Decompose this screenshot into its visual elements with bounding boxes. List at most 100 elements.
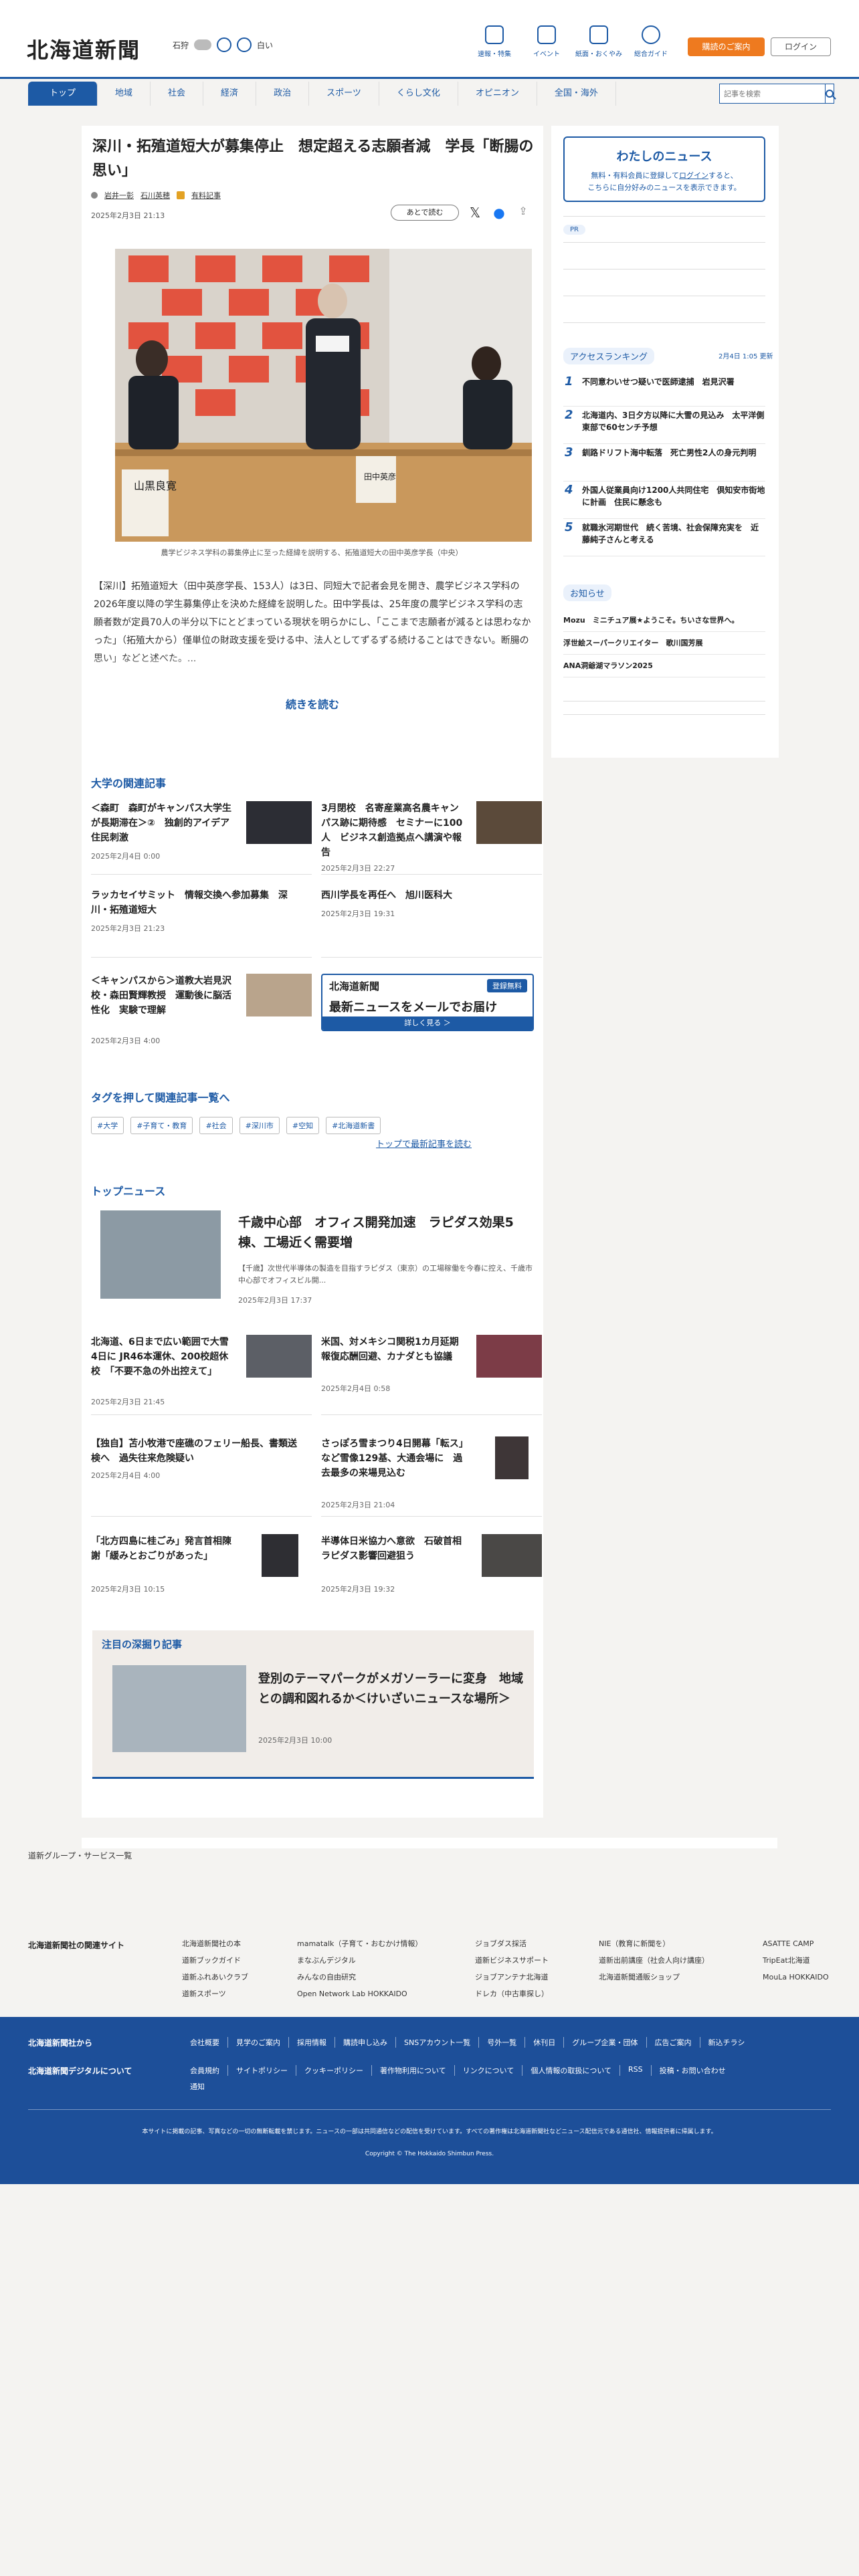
site-logo[interactable]: 北海道新聞	[27, 33, 140, 64]
nav-item-top[interactable]: トップ	[28, 82, 98, 106]
footer-link[interactable]: 個人情報の取扱について	[522, 2065, 621, 2076]
site-link[interactable]: 道新スポーツ	[182, 1985, 248, 2002]
footer-link[interactable]: クッキーポリシー	[296, 2065, 372, 2076]
author-link[interactable]: 石川英穂	[140, 190, 170, 201]
news-item[interactable]: 米国、対メキシコ関税1カ月延期 報復応酬回避、カナダとも協議 2025年2月4日…	[321, 1335, 542, 1415]
login-button[interactable]: ログイン	[771, 37, 831, 56]
deep-dive-card[interactable]: 注目の深掘り記事 登別のテーマパークがメガソーラーに変身 地域との調和図れるか＜…	[92, 1630, 534, 1779]
footer-link[interactable]: 号外一覧	[479, 2037, 526, 2048]
site-link[interactable]: NIE（教育に新聞を）	[599, 1935, 709, 1952]
breaking-news-link[interactable]: 速報・特集	[468, 25, 520, 58]
footer-link[interactable]: 新込チラシ	[700, 2037, 753, 2048]
footer-link[interactable]: 採用情報	[289, 2037, 335, 2048]
notice-item[interactable]: 浮世絵スーパークリエイター 歌川国芳展	[563, 633, 765, 655]
author-link[interactable]: 岩井一彰	[104, 190, 134, 201]
related-item[interactable]: 3月閉校 名寄産業高名農キャンパス跡に期待感 セミナーに100人 ビジネス創造拠…	[321, 801, 542, 875]
notice-heading[interactable]: お知らせ	[563, 584, 611, 601]
ranking-item[interactable]: 4 外国人従業員向け1200人共同住宅 倶知安市街地に計画 住民に懸念も	[563, 481, 765, 519]
ranking-item[interactable]: 1 不同意わいせつ疑いで医師逮捕 岩見沢署	[563, 373, 765, 407]
footer-link[interactable]: 休刊日	[525, 2037, 565, 2048]
footer-link[interactable]: 会社概要	[182, 2037, 228, 2048]
news-item[interactable]: 「北方四島に桂ごみ」発言首相陳謝「緩みとおごりがあった」 2025年2月3日 1…	[91, 1534, 312, 1601]
news-item[interactable]: 【独自】苫小牧港で座礁のフェリー船長、書類送検へ 過失往来危険疑い 2025年2…	[91, 1436, 312, 1517]
related-item[interactable]: ＜キャンパスから＞道教大岩見沢校・森田賢輝教授 運動後に脳活性化 実験で理解 2…	[91, 974, 312, 1047]
news-item[interactable]: 半導体日米協力へ意欲 石破首相 ラピダス影響回避狙う 2025年2月3日 19:…	[321, 1534, 542, 1601]
facebook-share-icon[interactable]: ●	[491, 205, 507, 221]
nav-item-politics[interactable]: 政治	[256, 82, 310, 106]
search-button[interactable]	[826, 84, 834, 104]
notice-item[interactable]: Mozu ミニチュア展★ようこそ。ちいさな世界へ。	[563, 610, 765, 632]
tag-chip[interactable]: #大学	[91, 1117, 124, 1134]
top-news-link[interactable]: トップで最新記事を読む	[376, 1137, 472, 1150]
site-link[interactable]: 道新ビジネスサポート	[475, 1952, 549, 1969]
nav-item-region[interactable]: 地域	[98, 82, 151, 106]
email-news-banner[interactable]: 北海道新聞 登録無料 最新ニュースをメールでお届け 詳しく見る ＞	[321, 974, 534, 1031]
subscribe-button[interactable]: 購読のご案内	[688, 37, 765, 56]
footer-link[interactable]: 見学のご案内	[228, 2037, 289, 2048]
footer-link[interactable]: 通知	[182, 2081, 213, 2092]
site-link[interactable]: Open Network Lab HOKKAIDO	[297, 1985, 422, 2002]
search-input[interactable]	[719, 84, 826, 104]
read-more-link[interactable]: 続きを読む	[82, 695, 543, 712]
related-item[interactable]: 西川学長を再任へ 旭川医科大 2025年2月3日 19:31	[321, 888, 542, 958]
tag-chip[interactable]: #社会	[199, 1117, 233, 1134]
paid-article-label[interactable]: 有料記事	[191, 190, 221, 201]
site-link[interactable]: 道新ブックガイド	[182, 1952, 248, 1969]
footer-link[interactable]: 購読申し込み	[335, 2037, 396, 2048]
news-item[interactable]: さっぽろ雪まつり4日開幕「転ス」など雪像129基、大通会場に 過去最多の来場見込…	[321, 1436, 542, 1517]
tag-chip[interactable]: #北海道新書	[326, 1117, 381, 1134]
ranking-item[interactable]: 2 北海道内、3日夕方以降に大雪の見込み 太平洋側東部で60センチ予想	[563, 407, 765, 444]
nav-item-society[interactable]: 社会	[151, 82, 204, 106]
ranking-item[interactable]: 3 釧路ドリフト海中転落 死亡男性2人の身元判明	[563, 444, 765, 481]
guide-link[interactable]: 総合ガイド	[625, 25, 677, 58]
related-item[interactable]: ＜森町 森町がキャンパス大学生が長期滞在＞② 独創的アイデア 住民刺激 2025…	[91, 801, 312, 875]
site-link[interactable]: まなぶんデジタル	[297, 1952, 422, 1969]
weather-widget[interactable]: 石狩 白い	[173, 37, 273, 52]
site-link[interactable]: ジョブダス採活	[475, 1935, 549, 1952]
nav-item-economy[interactable]: 経済	[203, 82, 257, 106]
site-link[interactable]: ASATTE CAMP	[763, 1935, 829, 1952]
site-link[interactable]: みんなの自由研究	[297, 1969, 422, 1985]
my-news-login-link[interactable]: ログイン	[679, 171, 708, 180]
footer-link[interactable]: 投稿・お問い合わせ	[652, 2065, 734, 2076]
tag-chip[interactable]: #空知	[286, 1117, 320, 1134]
share-icon[interactable]: ⇪	[515, 205, 531, 221]
x-share-icon[interactable]: 𝕏	[467, 205, 483, 221]
site-link[interactable]: TripEat北海道	[763, 1952, 829, 1969]
my-news-box[interactable]: わたしのニュース 無料・有料会員に登録してログインすると、 こちらに自分好みのニ…	[563, 136, 765, 202]
banner-more-link[interactable]: 詳しく見る ＞	[322, 1016, 533, 1030]
footer-link[interactable]: 著作物利用について	[372, 2065, 455, 2076]
footer-link[interactable]: リンクについて	[455, 2065, 523, 2076]
site-link[interactable]: ドレカ（中古車探し）	[475, 1985, 549, 2002]
nav-item-opinion[interactable]: オピニオン	[458, 82, 537, 106]
footer-link[interactable]: サイトポリシー	[228, 2065, 296, 2076]
news-item[interactable]: 北海道、6日まで広い範囲で大雪 4日に JR46本運休、200校超休校 「不要不…	[91, 1335, 312, 1415]
site-link[interactable]: ジョブアンテナ北海道	[475, 1969, 549, 1985]
footer-link[interactable]: SNSアカウント一覧	[396, 2037, 480, 2048]
footer-link[interactable]: 会員規約	[182, 2065, 228, 2076]
read-later-button[interactable]: あとで読む	[391, 205, 459, 221]
ranking-item[interactable]: 5 就職氷河期世代 続く苦境、社会保障充実を 近藤純子さんと考える	[563, 519, 765, 556]
tag-chip[interactable]: #深川市	[239, 1117, 280, 1134]
group-services-link[interactable]: 道新グループ・サービス一覧	[28, 1850, 132, 1861]
site-link[interactable]: 北海道新聞社の本	[182, 1935, 248, 1952]
tag-chip[interactable]: #子育て・教育	[130, 1117, 193, 1134]
site-link[interactable]: 道新ふれあいクラブ	[182, 1969, 248, 1985]
footer-link[interactable]: グループ企業・団体	[564, 2037, 647, 2048]
article-photo[interactable]: 山黒良寛 田中英彦	[115, 249, 532, 542]
region-label[interactable]: 石狩	[173, 39, 189, 51]
nav-item-sports[interactable]: スポーツ	[309, 82, 379, 106]
site-link[interactable]: mamatalk（子育て・おむかけ情報）	[297, 1935, 422, 1952]
nav-item-culture[interactable]: くらし文化	[379, 82, 458, 106]
footer-link[interactable]: 広告ご案内	[647, 2037, 700, 2048]
site-link[interactable]: 北海道新聞通販ショップ	[599, 1969, 709, 1985]
notice-item[interactable]: ANA洞爺湖マラソン2025	[563, 655, 765, 677]
site-link[interactable]: 道新出前講座（社会人向け講座）	[599, 1952, 709, 1969]
nav-item-world[interactable]: 全国・海外	[537, 82, 616, 106]
paper-link[interactable]: 紙面・おくやみ	[573, 25, 625, 58]
ranking-heading[interactable]: アクセスランキング	[563, 348, 654, 364]
related-item[interactable]: ラッカセイサミット 情報交換へ参加募集 深川・拓殖道短大 2025年2月3日 2…	[91, 888, 312, 958]
site-link[interactable]: MouLa HOKKAIDO	[763, 1969, 829, 1985]
event-link[interactable]: イベント	[520, 25, 573, 58]
footer-link[interactable]: RSS	[620, 2065, 652, 2076]
